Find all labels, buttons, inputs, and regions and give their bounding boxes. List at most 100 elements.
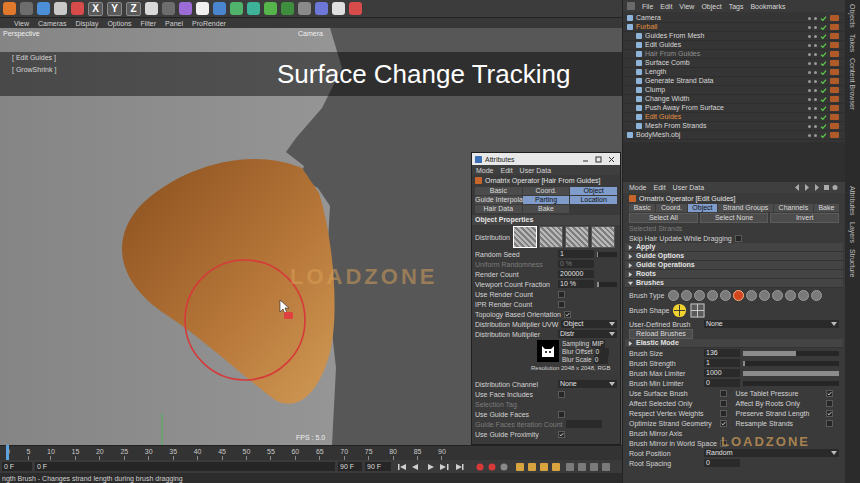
tag-icon[interactable] [830, 78, 839, 84]
expand-arrow-icon[interactable] [628, 341, 633, 346]
action-button[interactable]: Select All [629, 213, 698, 223]
tab[interactable]: Strand Groups [718, 204, 773, 212]
menu-item[interactable]: User Data [520, 166, 552, 175]
axis-button[interactable]: X [88, 2, 103, 16]
visibility-dot[interactable] [814, 17, 817, 20]
checkbox[interactable] [826, 400, 833, 407]
visibility-dot[interactable] [808, 71, 811, 74]
object-name[interactable]: Clump [645, 86, 805, 94]
object-row[interactable]: Clump [623, 86, 845, 95]
menu-item[interactable]: Mode [629, 183, 647, 192]
side-tab[interactable]: Objects [848, 4, 857, 28]
timeline[interactable]: 051015202530354045505560657075808590 [0, 445, 622, 460]
tag-icon[interactable] [830, 105, 839, 111]
checkbox[interactable] [564, 311, 571, 318]
section-header[interactable]: Roots [636, 270, 656, 278]
tab[interactable]: Coord. [523, 187, 570, 195]
number-field[interactable]: 1 [704, 359, 740, 367]
window-controls-icon[interactable] [581, 156, 617, 163]
object-name[interactable]: Camera [636, 14, 805, 22]
tool-icon[interactable] [20, 2, 33, 15]
visibility-dot[interactable] [808, 98, 811, 101]
tool-icon[interactable] [179, 2, 192, 15]
tab[interactable]: Hair Data [475, 205, 522, 213]
expand-arrow-icon[interactable] [628, 245, 633, 250]
tool-icon[interactable] [230, 2, 243, 15]
tool-icon[interactable] [213, 2, 226, 15]
field-value[interactable]: 0 [594, 356, 608, 364]
object-name[interactable]: Length [645, 68, 805, 76]
visibility-dot[interactable] [808, 35, 811, 38]
menu-item[interactable]: File [642, 2, 653, 11]
section-header[interactable]: Apply [636, 243, 655, 251]
window-titlebar[interactable]: Attributes [472, 153, 620, 165]
checkbox[interactable] [720, 390, 727, 397]
menu-item[interactable]: Edit [501, 166, 513, 175]
object-row[interactable]: Furball [623, 23, 845, 32]
tab[interactable]: Coord. [656, 204, 686, 212]
enabled-check-icon[interactable] [820, 42, 827, 49]
side-tab[interactable]: Content Browser [848, 58, 857, 110]
visibility-dot[interactable] [808, 89, 811, 92]
menu-item[interactable]: Tags [729, 2, 744, 11]
axis-button[interactable]: Y [107, 2, 122, 16]
expand-arrow-icon[interactable] [628, 254, 633, 259]
action-button[interactable]: Reload Brushes [629, 329, 693, 339]
number-field[interactable]: 136 [704, 349, 740, 357]
menu-item[interactable]: Mode [476, 166, 494, 175]
section-header[interactable]: Guide Operations [636, 261, 695, 269]
brush-type-icon[interactable] [668, 290, 679, 301]
enabled-check-icon[interactable] [820, 123, 827, 130]
frame-field[interactable]: 90 F [338, 462, 362, 471]
tool-icon[interactable] [3, 2, 16, 15]
enabled-check-icon[interactable] [820, 60, 827, 67]
object-name[interactable]: Guides From Mesh [645, 32, 805, 40]
enabled-check-icon[interactable] [820, 24, 827, 31]
tool-icon[interactable] [54, 2, 67, 15]
visibility-dot[interactable] [808, 62, 811, 65]
tab[interactable]: Location [570, 196, 617, 204]
object-row[interactable]: Guides From Mesh [623, 32, 845, 41]
tab[interactable]: Basic [629, 204, 655, 212]
field-value[interactable]: MIP [591, 340, 605, 348]
checkbox[interactable] [558, 411, 565, 418]
visibility-dot[interactable] [814, 98, 817, 101]
menu-item[interactable]: View [14, 19, 29, 28]
section-header[interactable]: Brushes [636, 279, 664, 287]
field-value[interactable]: 0 [595, 348, 609, 356]
menu-item[interactable]: Object [701, 2, 721, 11]
checkbox[interactable] [720, 400, 727, 407]
tool-icon[interactable] [145, 2, 158, 15]
checkbox[interactable] [720, 420, 727, 427]
tab[interactable]: Channels [774, 204, 813, 212]
enabled-check-icon[interactable] [820, 78, 827, 85]
side-tab[interactable]: Structure [848, 249, 857, 277]
tag-icon[interactable] [830, 123, 839, 129]
tag-icon[interactable] [830, 51, 839, 57]
checkbox[interactable] [826, 420, 833, 427]
slider-track[interactable] [743, 381, 839, 386]
visibility-dot[interactable] [814, 62, 817, 65]
attributes-window[interactable]: AttributesModeEditUser DataOrnatrix Oper… [471, 152, 621, 445]
checkbox[interactable] [558, 391, 565, 398]
number-field[interactable]: 200000 [558, 270, 594, 278]
object-row[interactable]: BodyMesh.obj [623, 131, 845, 140]
visibility-dot[interactable] [814, 26, 817, 29]
expand-arrow-icon[interactable] [628, 263, 633, 268]
checkbox[interactable] [826, 390, 833, 397]
tag-icon[interactable] [830, 132, 839, 138]
enabled-check-icon[interactable] [820, 96, 827, 103]
object-row[interactable]: Camera [623, 14, 845, 23]
checkbox[interactable] [826, 410, 833, 417]
number-field[interactable]: 10 % [558, 280, 594, 288]
frame-field[interactable]: 0 F [2, 462, 32, 471]
tag-icon[interactable] [830, 114, 839, 120]
circle-brush-icon[interactable] [672, 303, 687, 318]
distribution-swatch[interactable] [591, 226, 615, 248]
dropdown[interactable]: None [704, 320, 839, 328]
tool-icon[interactable] [332, 2, 345, 15]
tag-icon[interactable] [830, 42, 839, 48]
distribution-swatch[interactable] [565, 226, 589, 248]
slider-track[interactable] [743, 371, 839, 376]
section-header[interactable]: Guide Options [636, 252, 684, 260]
